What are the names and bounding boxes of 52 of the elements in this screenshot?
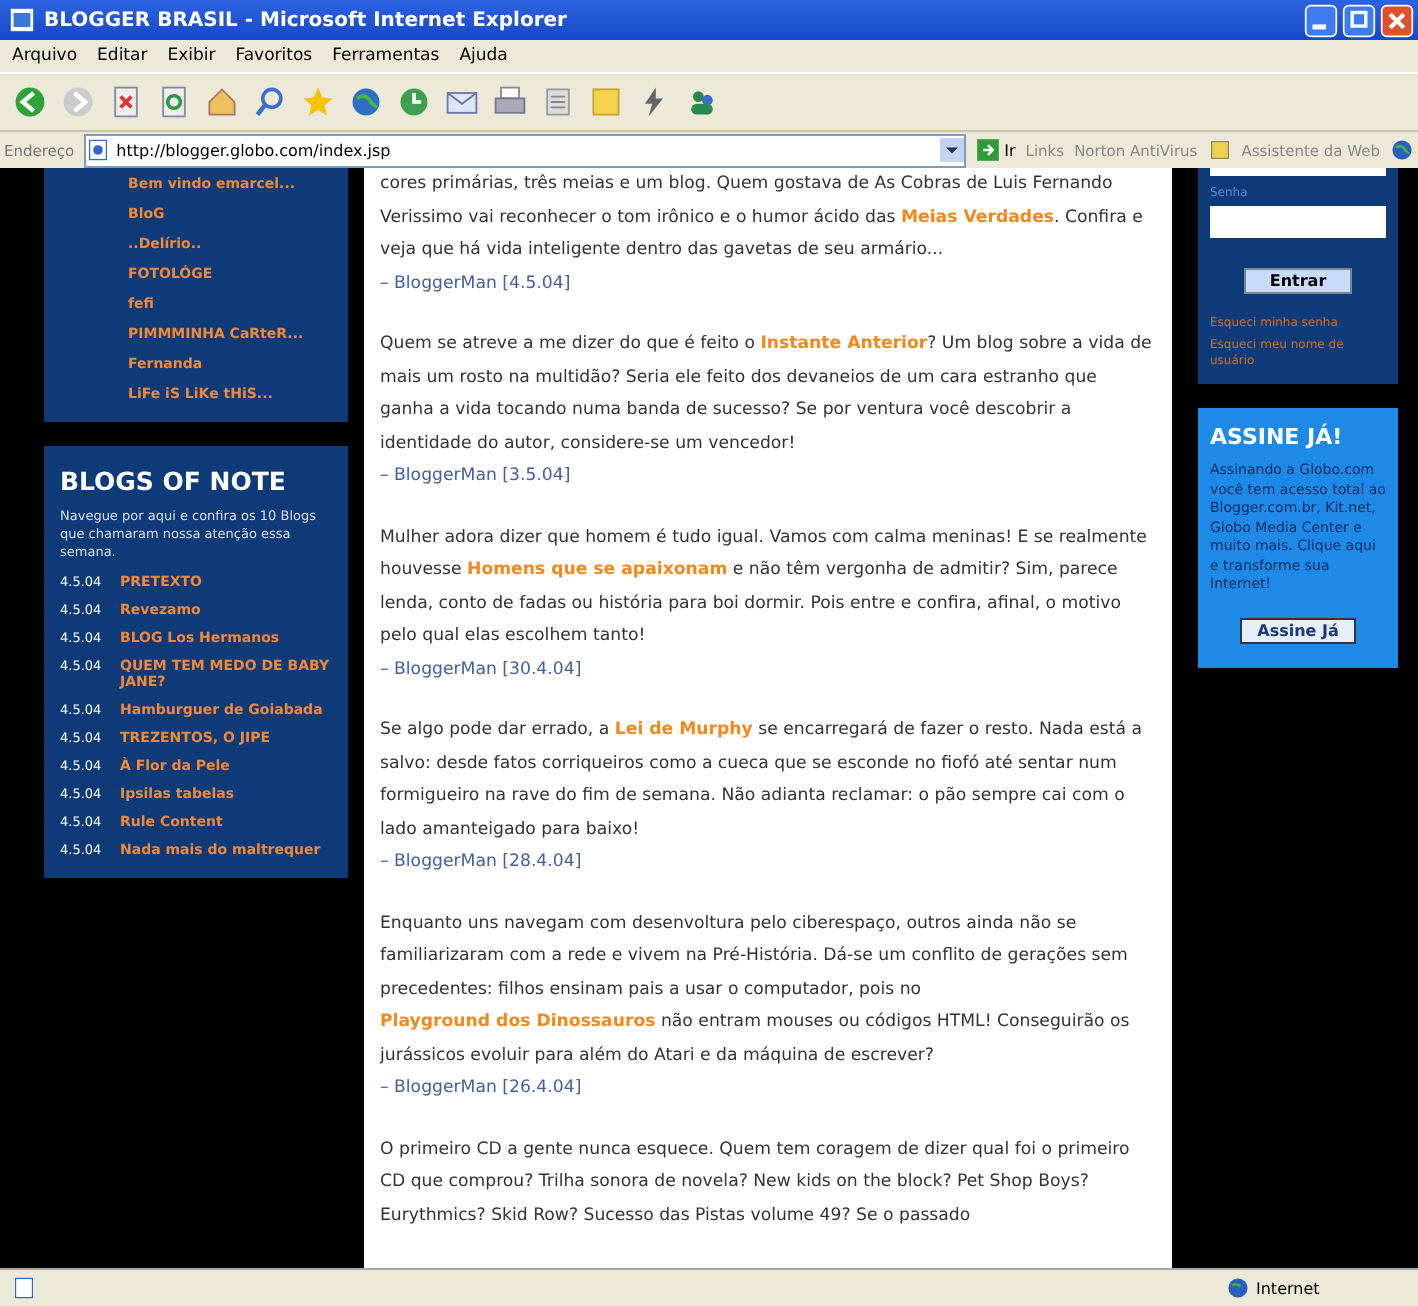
page-icon[interactable] xyxy=(86,138,111,162)
search-icon[interactable] xyxy=(252,84,288,120)
go-button[interactable]: Ir xyxy=(976,138,1016,162)
post-text: Quem se atreve a me dizer do que é feito o Instante Anterior? Um blog sobre a vida de mais um rosto na multidão? Seria ele feito dos devaneios de um cara estranho que ganha a vida tocando numa banda de sucesso? Se por ventura você descobrir a identidade do autor, considere-se um vencedor! xyxy=(380,332,1154,457)
zone-label: Internet xyxy=(1256,1279,1320,1297)
blog-link[interactable]: Playground dos Dinossauros xyxy=(380,1012,656,1032)
author-line: – BloggerMan [30.4.04] xyxy=(380,657,584,683)
panel-title: ASSINE JÁ! xyxy=(1210,424,1345,451)
author-line: – BloggerMan [26.4.04] xyxy=(380,1076,584,1102)
dropdown-icon[interactable] xyxy=(940,138,965,162)
author-line: – BloggerMan [4.5.04] xyxy=(380,271,573,297)
browser-icon[interactable] xyxy=(8,6,36,34)
go-arrow-icon[interactable] xyxy=(976,138,1001,162)
maximize-icon[interactable] xyxy=(1342,3,1376,37)
clock-icon[interactable] xyxy=(396,84,432,120)
globe-icon[interactable] xyxy=(348,84,384,120)
menu-item[interactable]: Arquivo xyxy=(12,46,78,66)
document-icon[interactable] xyxy=(540,84,576,120)
post-text: Mulher adora dizer que homem é tudo igual. Vamos com calma meninas! E se realmente houvesse Homens que se apaixonam e não têm vergonha de admitir? Sim, parece lenda, conto de fadas ou história para boi dormir. Pois entre e confira, afinal, o motivo pelo qual elas escolhem tanto! xyxy=(380,525,1149,650)
minimize-icon[interactable] xyxy=(1304,3,1338,37)
post-text: Enquanto uns navegam com desenvoltura pelo ciberespaço, outros ainda não se familiarizaram com a rede e vivem na Pré-História. Dá-se um conflito de gerações sem precedentes: filhos ensinam pais a usar o computador, pois no Playground dos Dinossauros não entram mouses ou códigos HTML! Conseguirão os jurássicos evoluir para além do Atari e da máquina de escrever? xyxy=(380,911,1132,1069)
post-text: Se algo pode dar errado, a Lei de Murphy se encarregará de fazer o resto. Nada está a salvo: desde fatos corriqueiros como a cueca que se esconde no fiofó até sentar num formigueiro na rave do fim de semana. Não adianta reclamar: o pão sempre cai com o lado amanteigado para baixo! xyxy=(380,718,1145,843)
page-icon[interactable] xyxy=(12,1276,36,1300)
blog-link[interactable]: Meias Verdades xyxy=(900,207,1055,227)
close-icon[interactable] xyxy=(1380,3,1414,37)
author-line: – BloggerMan [3.5.04] xyxy=(380,464,573,490)
username-field[interactable] xyxy=(1210,168,1386,176)
printer-icon[interactable] xyxy=(492,84,528,120)
star-icon[interactable] xyxy=(300,84,336,120)
post-text: O primeiro CD a gente nunca esquece. Quem tem coragem de dizer qual foi o primeiro CD que comprou? Trilha sonora de novela? New kids on the block? Pet Shop Boys? Eurythmics? Skid Row? Sucesso das Pistas volume 49? Se o passado xyxy=(380,1137,1132,1229)
refresh-icon[interactable] xyxy=(156,84,192,120)
address-field[interactable]: http://blogger.globo.com/index.jsp xyxy=(84,133,967,167)
menu-item[interactable]: Ajuda xyxy=(459,46,508,66)
blog-link[interactable]: Instante Anterior xyxy=(760,334,928,354)
login-button[interactable]: Entrar xyxy=(1243,268,1353,294)
subscribe-button[interactable]: Assine Já xyxy=(1239,618,1357,645)
blog-link[interactable]: Lei de Murphy xyxy=(614,720,753,740)
blog-link[interactable]: Homens que se apaixonam xyxy=(467,560,728,580)
password-field[interactable] xyxy=(1210,206,1386,238)
author-line: – BloggerMan [28.4.04] xyxy=(380,850,584,876)
globe-icon[interactable] xyxy=(1226,1276,1250,1300)
globe-icon[interactable] xyxy=(1390,138,1414,162)
stop-icon[interactable] xyxy=(108,84,144,120)
window-title: BLOGGER BRASIL - Microsoft Internet Explorer xyxy=(44,9,567,31)
section-title: BLOGS OF NOTE xyxy=(60,466,288,496)
menu-item[interactable]: Editar xyxy=(97,46,148,66)
post-text: cores primárias, três meias e um blog. Quem gostava de As Cobras de Luis Fernando Verissimo vai reconhecer o tom irônico e o humor ácido das Meias Verdades. Confira e veja que há vida inteligente dentro das gavetas de seu armário... xyxy=(380,172,1145,264)
menu-item[interactable]: Exibir xyxy=(167,46,216,66)
menu-item[interactable]: Ferramentas xyxy=(332,46,440,66)
back-icon[interactable] xyxy=(12,84,48,120)
home-icon[interactable] xyxy=(204,84,240,120)
menu-item[interactable]: Favoritos xyxy=(235,46,313,66)
